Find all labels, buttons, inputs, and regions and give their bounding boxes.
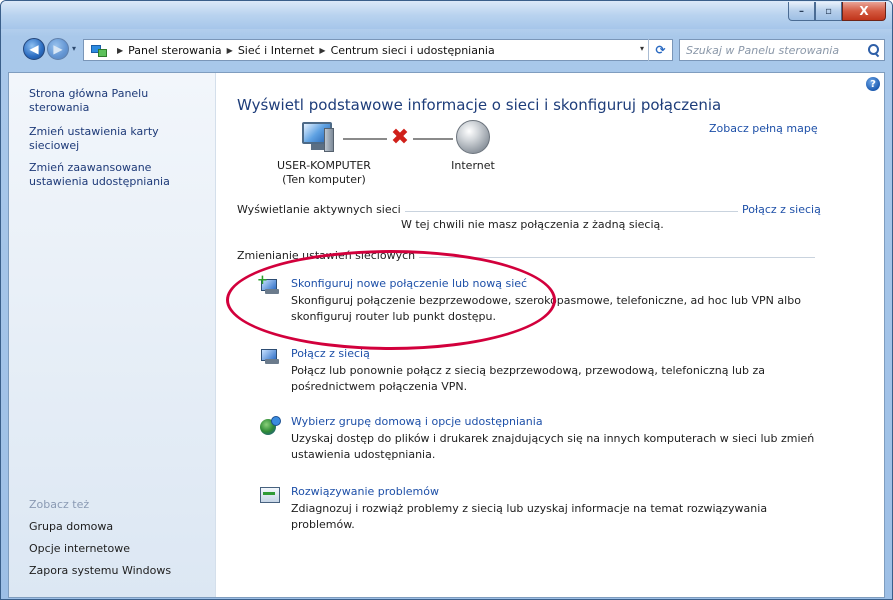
sidebar-link-control-panel-home[interactable]: Strona główna Panelu sterowania: [29, 87, 199, 115]
connect-to-network-link[interactable]: Połącz z siecią: [738, 203, 821, 216]
breadcrumb-separator[interactable]: ▶: [227, 46, 233, 55]
see-also-windows-firewall[interactable]: Zapora systemu Windows: [29, 564, 171, 577]
no-connection-message: W tej chwili nie masz połączenia z żadną…: [401, 218, 664, 231]
homegroup-icon[interactable]: [259, 416, 281, 436]
active-networks-heading: Wyświetlanie aktywnych sieci: [237, 203, 405, 216]
sidebar: Strona główna Panelu sterowania Zmień us…: [9, 73, 216, 597]
breadcrumb-network-center[interactable]: Centrum sieci i udostępniania: [331, 44, 495, 57]
search-input[interactable]: [686, 43, 866, 57]
breadcrumb-network-internet[interactable]: Sieć i Internet: [238, 44, 315, 57]
close-button[interactable]: X: [842, 2, 886, 21]
breadcrumb-separator[interactable]: ▶: [319, 46, 325, 55]
maximize-button[interactable]: ▫: [815, 2, 842, 21]
connection-line: [343, 138, 387, 140]
search-icon[interactable]: [868, 44, 879, 55]
breadcrumb-control-panel[interactable]: Panel sterowania: [128, 44, 222, 57]
task-connect-network[interactable]: Połącz z siecią: [291, 347, 370, 360]
see-also-label: Zobacz też: [29, 498, 90, 511]
plus-icon: +: [257, 273, 268, 288]
search-box: [679, 39, 885, 61]
disconnected-icon[interactable]: ✖: [389, 127, 411, 149]
task-homegroup-sharing-desc: Uzyskaj dostęp do plików i drukarek znaj…: [291, 432, 815, 461]
refresh-button[interactable]: ⟳: [648, 39, 672, 61]
content-area: Strona główna Panelu sterowania Zmień us…: [8, 72, 885, 598]
control-panel-window: – ▫ X ◀ ▶ ▾ ▶ Panel sterowania ▶ Sieć i …: [0, 0, 893, 600]
troubleshoot-icon[interactable]: [259, 485, 281, 505]
connection-line: [413, 138, 453, 140]
see-also-internet-options[interactable]: Opcje internetowe: [29, 542, 130, 555]
connect-network-icon[interactable]: [259, 346, 281, 366]
change-settings-heading: Zmienianie ustawień sieciowych: [237, 249, 420, 262]
address-dropdown-icon[interactable]: ▾: [640, 44, 644, 53]
title-bar[interactable]: – ▫ X: [1, 1, 892, 29]
network-folder-icon: [90, 43, 108, 57]
sidebar-link-adapter-settings[interactable]: Zmień ustawienia karty sieciowej: [29, 125, 199, 153]
computer-subtitle: (Ten komputer): [282, 173, 366, 186]
sidebar-link-advanced-sharing[interactable]: Zmień zaawansowane ustawienia udostępnia…: [29, 161, 199, 189]
computer-icon: [302, 122, 336, 152]
full-map-link[interactable]: Zobacz pełną mapę: [709, 122, 818, 135]
forward-button[interactable]: ▶: [47, 38, 69, 60]
task-setup-connection-desc: Skonfiguruj połączenie bezprzewodowe, sz…: [291, 294, 801, 323]
back-button[interactable]: ◀: [23, 38, 45, 60]
task-setup-connection[interactable]: Skonfiguruj nowe połączenie lub nową sie…: [291, 277, 527, 290]
new-connection-icon[interactable]: +: [257, 273, 281, 296]
help-icon[interactable]: ?: [866, 77, 880, 91]
see-also-homegroup[interactable]: Grupa domowa: [29, 520, 113, 533]
task-troubleshoot-desc: Zdiagnozuj i rozwiąż problemy z siecią l…: [291, 502, 768, 531]
computer-name: USER-KOMPUTER: [277, 159, 371, 172]
minimize-button[interactable]: –: [788, 2, 815, 21]
task-homegroup-sharing[interactable]: Wybierz grupę domową i opcje udostępnian…: [291, 415, 543, 428]
breadcrumb-separator[interactable]: ▶: [117, 46, 123, 55]
caption-buttons: – ▫ X: [788, 2, 886, 21]
internet-globe-icon: [456, 120, 490, 154]
page-title: Wyświetl podstawowe informacje o sieci i…: [237, 96, 722, 114]
task-connect-network-desc: Połącz lub ponownie połącz z siecią bezp…: [291, 364, 765, 393]
recent-pages-dropdown[interactable]: ▾: [72, 44, 76, 53]
task-troubleshoot[interactable]: Rozwiązywanie problemów: [291, 485, 439, 498]
navigation-bar: ◀ ▶ ▾ ▶ Panel sterowania ▶ Sieć i Intern…: [1, 34, 892, 66]
internet-label: Internet: [451, 159, 495, 172]
address-bar[interactable]: ▶ Panel sterowania ▶ Sieć i Internet ▶ C…: [83, 39, 673, 61]
